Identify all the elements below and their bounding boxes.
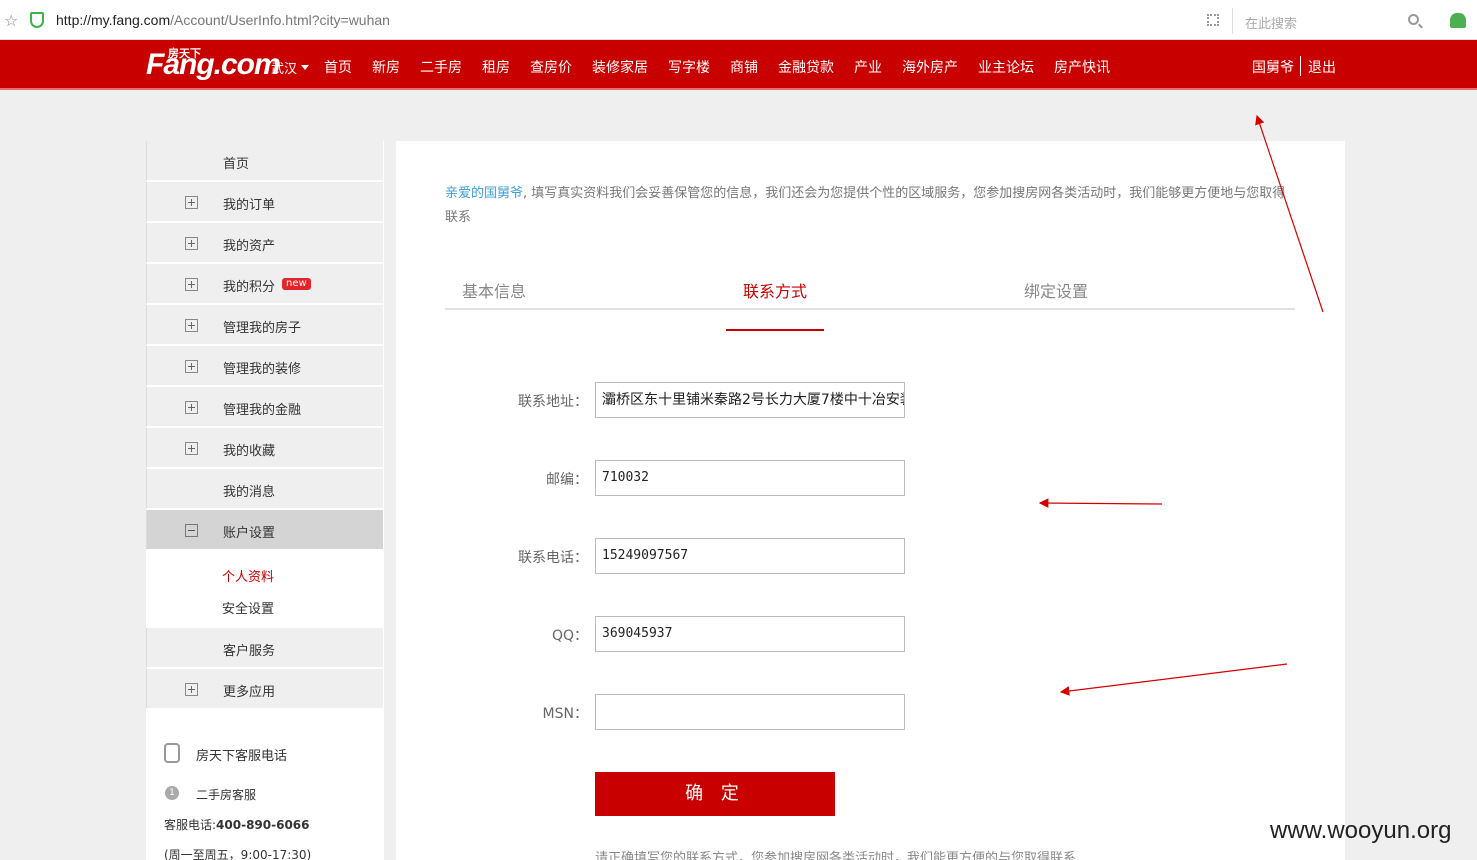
sidebar-item-decoration[interactable]: 管理我的装修 xyxy=(146,346,383,386)
url-host: http://my.fang.com xyxy=(56,12,171,28)
sidebar-item-my-house[interactable]: 管理我的房子 xyxy=(146,305,383,345)
phone-field[interactable]: 15249097567 xyxy=(595,538,905,574)
sidebar-item-assets[interactable]: 我的资产 xyxy=(146,223,383,263)
sidebar-item-label: 账户设置 xyxy=(223,526,276,541)
logo-text: Fang.com xyxy=(146,48,281,81)
security-shield-icon xyxy=(30,12,44,28)
qr-code-icon[interactable] xyxy=(1207,14,1219,26)
service-hours: (周一至周五，9:00-17:30) xyxy=(164,848,312,860)
qq-label: QQ： xyxy=(551,628,588,644)
qq-field[interactable]: 369045937 xyxy=(595,616,905,652)
sidebar-item-finance[interactable]: 管理我的金融 xyxy=(146,387,383,427)
msn-field[interactable] xyxy=(595,694,905,730)
sidebar-item-messages[interactable]: 我的消息 xyxy=(146,469,383,509)
form-footnote: 请正确填写您的联系方式，您参加搜房网各类活动时，我们能更方便的与您取得联系 xyxy=(595,851,1077,860)
sidebar-item-label: 管理我的金融 xyxy=(223,403,302,418)
nav-item[interactable]: 二手房 xyxy=(420,57,462,77)
tab-contact[interactable]: 联系方式 xyxy=(743,278,807,302)
sidebar-item-label: 我的资产 xyxy=(223,239,276,254)
sidebar-item-customer-service[interactable]: 客户服务 xyxy=(146,628,383,668)
site-header: 房天下 Fang.com 武汉 首页 新房 二手房 租房 查房价 装修家居 写字… xyxy=(0,40,1477,90)
expand-plus-icon[interactable] xyxy=(185,196,198,209)
profile-panel: 亲爱的国舅爷, 填写真实资料我们会妥善保管您的信息，我们还会为您提供个性的区域服… xyxy=(396,141,1345,860)
expand-plus-icon[interactable] xyxy=(185,401,198,414)
browser-address-bar: ☆ http://my.fang.com/Account/UserInfo.ht… xyxy=(0,0,1477,40)
sidebar-subitem-profile[interactable]: 个人资料 xyxy=(222,566,274,585)
url-field[interactable]: http://my.fang.com/Account/UserInfo.html… xyxy=(56,12,390,28)
phone-icon xyxy=(164,743,180,763)
expand-plus-icon[interactable] xyxy=(185,683,198,696)
sidebar-item-account-settings[interactable]: 账户设置 xyxy=(146,510,383,550)
sidebar-item-more-apps[interactable]: 更多应用 xyxy=(146,669,383,709)
nav-item[interactable]: 业主论坛 xyxy=(978,57,1034,77)
sidebar-item-label: 我的积分 xyxy=(223,280,276,295)
active-tab-indicator xyxy=(726,329,824,331)
nav-item[interactable]: 产业 xyxy=(854,57,882,77)
search-placeholder: 在此搜索 xyxy=(1245,17,1298,32)
tel-label: 客服电话: xyxy=(164,818,217,832)
sidebar-item-home[interactable]: 首页 xyxy=(146,141,383,181)
confirm-button[interactable]: 确 定 xyxy=(595,772,835,816)
search-icon[interactable] xyxy=(1408,14,1419,25)
msn-label: MSN： xyxy=(542,706,588,722)
tab-binding[interactable]: 绑定设置 xyxy=(1024,278,1088,302)
expand-plus-icon[interactable] xyxy=(185,442,198,455)
url-path: /Account/UserInfo.html?city=wuhan xyxy=(170,12,390,28)
account-sidebar: 首页 我的订单 我的资产 我的积分 new 管理我的房子 管理我的装修 管理我的金… xyxy=(146,141,384,860)
hotline-title: 房天下客服电话 xyxy=(196,749,288,764)
sidebar-item-orders[interactable]: 我的订单 xyxy=(146,182,383,222)
expand-plus-icon[interactable] xyxy=(185,278,198,291)
nav-item[interactable]: 海外房产 xyxy=(902,57,958,77)
header-divider xyxy=(1300,56,1301,76)
zip-field[interactable]: 710032 xyxy=(595,460,905,496)
address-field[interactable]: 灞桥区东十里铺米秦路2号长力大厦7楼中十冶安装 xyxy=(595,382,905,418)
greeting-name[interactable]: 亲爱的国舅爷 xyxy=(445,186,523,201)
sidebar-item-label: 客户服务 xyxy=(223,644,276,659)
browser-search-input[interactable]: 在此搜索 xyxy=(1232,8,1428,34)
expand-plus-icon[interactable] xyxy=(185,237,198,250)
nav-item[interactable]: 装修家居 xyxy=(592,57,648,77)
sidebar-item-label: 我的收藏 xyxy=(223,444,276,459)
city-selector[interactable]: 武汉 xyxy=(271,58,310,77)
nav-item[interactable]: 写字楼 xyxy=(668,57,710,77)
sidebar-item-label: 管理我的装修 xyxy=(223,362,302,377)
service-telephone: 客服电话:400-890-6066 xyxy=(164,816,310,833)
nav-item[interactable]: 租房 xyxy=(482,57,510,77)
collapse-minus-icon[interactable] xyxy=(185,524,198,537)
new-badge: new xyxy=(282,278,311,290)
nav-item[interactable]: 房产快讯 xyxy=(1054,57,1110,77)
nav-item[interactable]: 商铺 xyxy=(730,57,758,77)
expand-plus-icon[interactable] xyxy=(185,360,198,373)
intro-body: , 填写真实资料我们会妥善保管您的信息，我们还会为您提供个性的区域服务，您参加搜… xyxy=(445,186,1286,225)
zip-label: 邮编： xyxy=(546,472,588,488)
sidebar-item-label: 首页 xyxy=(223,157,250,172)
sidebar-item-favorites[interactable]: 我的收藏 xyxy=(146,428,383,468)
username-link[interactable]: 国舅爷 xyxy=(1252,57,1294,77)
phone-label: 联系电话： xyxy=(518,550,588,566)
sidebar-item-label: 我的订单 xyxy=(223,198,276,213)
logout-link[interactable]: 退出 xyxy=(1308,57,1336,77)
tabs-divider xyxy=(445,308,1295,310)
tel-number: 400-890-6066 xyxy=(216,818,310,832)
watermark: www.wooyun.org xyxy=(1270,817,1452,844)
address-label: 联系地址： xyxy=(518,394,588,410)
sidebar-item-label: 管理我的房子 xyxy=(223,321,302,336)
service-number-badge: 1 xyxy=(165,786,179,800)
bookmark-star-icon[interactable]: ☆ xyxy=(4,11,18,30)
main-nav: 首页 新房 二手房 租房 查房价 装修家居 写字楼 商铺 金融贷款 产业 海外房… xyxy=(324,57,1130,77)
nav-item[interactable]: 查房价 xyxy=(530,57,572,77)
nav-item[interactable]: 首页 xyxy=(324,57,352,77)
nav-item[interactable]: 新房 xyxy=(372,57,400,77)
expand-plus-icon[interactable] xyxy=(185,319,198,332)
sidebar-item-label: 我的消息 xyxy=(223,485,276,500)
intro-text: 亲爱的国舅爷, 填写真实资料我们会妥善保管您的信息，我们还会为您提供个性的区域服… xyxy=(445,182,1295,230)
nav-item[interactable]: 金融贷款 xyxy=(778,57,834,77)
service-name: 二手房客服 xyxy=(196,788,257,802)
android-icon[interactable] xyxy=(1450,13,1466,28)
sidebar-item-label: 更多应用 xyxy=(223,685,276,700)
sidebar-subitem-security[interactable]: 安全设置 xyxy=(222,598,274,617)
sidebar-item-points[interactable]: 我的积分 new xyxy=(146,264,383,304)
tab-basic-info[interactable]: 基本信息 xyxy=(462,278,526,302)
